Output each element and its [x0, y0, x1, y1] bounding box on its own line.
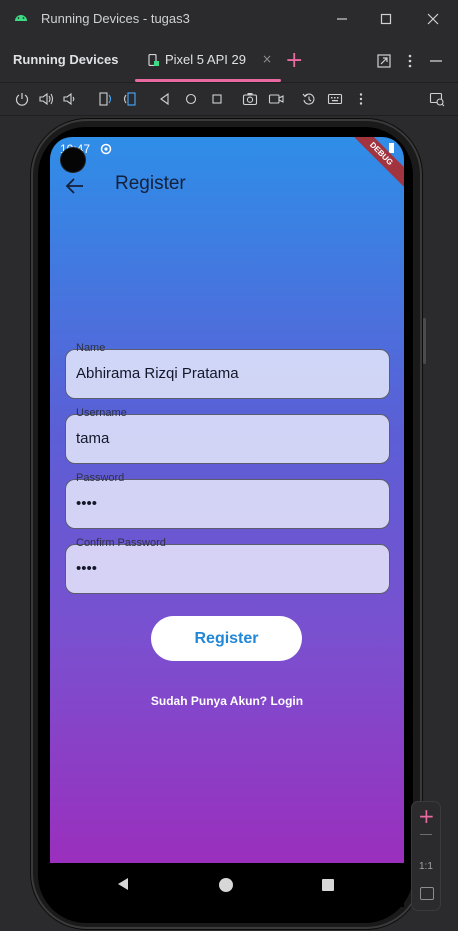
- name-field-label: Name: [76, 342, 106, 354]
- extended-controls-icon[interactable]: [429, 91, 445, 107]
- notification-icon: [100, 143, 112, 155]
- username-field[interactable]: Username tama: [65, 407, 390, 464]
- page-title: Register: [115, 173, 186, 194]
- maximize-icon[interactable]: [375, 8, 397, 30]
- volume-up-icon[interactable]: [38, 91, 54, 107]
- login-link[interactable]: Sudah Punya Akun? Login: [50, 694, 404, 708]
- actual-size-button[interactable]: 1:1: [419, 861, 433, 872]
- more-options-icon[interactable]: [401, 52, 419, 70]
- device-nav-bar: [50, 863, 404, 907]
- zoom-controls: + 1:1: [412, 802, 440, 910]
- screen-record-icon[interactable]: [268, 91, 284, 107]
- camera-icon: [61, 148, 85, 172]
- nav-back-icon[interactable]: [116, 877, 130, 891]
- confirm-password-field[interactable]: Confirm Password ••••: [65, 537, 390, 594]
- rotate-left-icon[interactable]: [97, 91, 113, 107]
- tool-window-title: Running Devices: [13, 52, 119, 67]
- name-field-value: Abhirama Rizqi Pratama: [76, 365, 239, 382]
- overview-icon[interactable]: [209, 91, 225, 107]
- close-icon[interactable]: [422, 8, 444, 30]
- back-icon[interactable]: [157, 91, 173, 107]
- username-field-label: Username: [76, 407, 127, 419]
- android-icon: [15, 15, 27, 21]
- nav-home-icon[interactable]: [219, 878, 233, 892]
- keyboard-icon[interactable]: [327, 91, 343, 107]
- window-title: Running Devices - tugas3: [41, 11, 190, 26]
- rotate-right-icon[interactable]: [122, 91, 138, 107]
- fit-screen-icon[interactable]: [420, 887, 434, 900]
- tab-active-indicator: [135, 79, 281, 82]
- zoom-in-icon[interactable]: +: [418, 806, 435, 826]
- volume-down-icon[interactable]: [62, 91, 78, 107]
- power-icon[interactable]: [14, 91, 30, 107]
- screenshot-icon[interactable]: [242, 91, 258, 107]
- register-button[interactable]: Register: [151, 616, 302, 661]
- add-tab-button[interactable]: +: [285, 46, 303, 76]
- password-field-value: ••••: [76, 495, 98, 512]
- home-icon[interactable]: [183, 91, 199, 107]
- username-field-value: tama: [76, 430, 110, 447]
- nav-recent-icon[interactable]: [322, 879, 334, 891]
- name-field[interactable]: Name Abhirama Rizqi Pratama: [65, 342, 390, 399]
- minimize-icon[interactable]: [331, 8, 353, 30]
- password-field-label: Password: [76, 472, 125, 484]
- back-arrow-icon[interactable]: [64, 175, 86, 197]
- hide-icon[interactable]: [427, 52, 445, 70]
- scrollbar[interactable]: [423, 318, 426, 364]
- device-toolbar: [0, 83, 458, 116]
- device-screen[interactable]: 10:47 DEBUG Register Name Abhirama Rizqi…: [50, 137, 404, 863]
- tab-close-icon[interactable]: ×: [262, 52, 272, 66]
- title-bar: Running Devices - tugas3: [0, 0, 458, 38]
- reset-icon[interactable]: [301, 91, 317, 107]
- confirm-password-field-value: ••••: [76, 560, 98, 577]
- device-icon: [148, 54, 159, 66]
- expand-icon[interactable]: [375, 52, 393, 70]
- confirm-password-field-label: Confirm Password: [76, 537, 166, 549]
- zoom-out-icon[interactable]: [420, 834, 432, 835]
- tab-label: Pixel 5 API 29: [165, 52, 246, 67]
- password-field[interactable]: Password ••••: [65, 472, 390, 529]
- tab-pixel-5[interactable]: Pixel 5 API 29 ×: [135, 38, 281, 82]
- more-icon[interactable]: [353, 91, 369, 107]
